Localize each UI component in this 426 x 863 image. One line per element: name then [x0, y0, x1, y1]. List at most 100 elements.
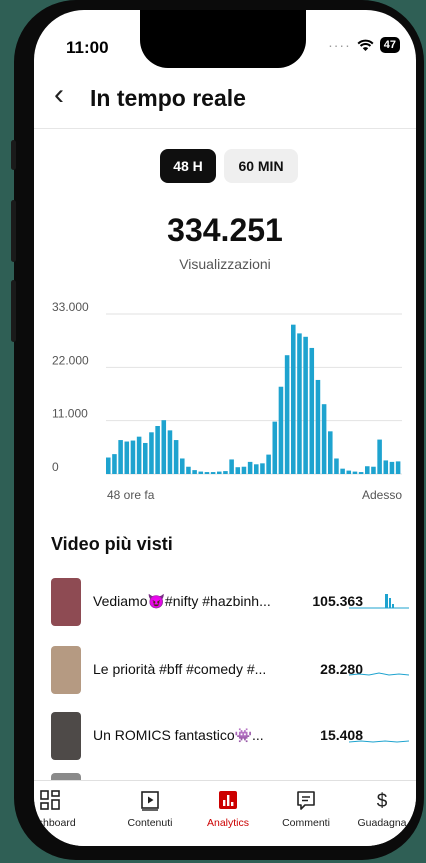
- chart-bar[interactable]: [297, 333, 302, 474]
- nav-dashboard[interactable]: Dashboard: [34, 789, 88, 829]
- video-row[interactable]: Le priorità #bff #comedy #... 28.280: [51, 646, 411, 694]
- nav-earn[interactable]: $ Guadagna: [344, 789, 416, 829]
- mute-switch: [11, 140, 16, 170]
- dollar-icon: $: [377, 791, 388, 811]
- chart-bar[interactable]: [235, 467, 241, 474]
- chart-bar[interactable]: [192, 470, 197, 474]
- chart-bar[interactable]: [284, 355, 290, 474]
- nav-label: Analytics: [206, 817, 249, 829]
- phone-screen: 11:00 ···· 47 ‹ In tempo reale 48 H 60 M…: [34, 10, 416, 846]
- chart-bar[interactable]: [210, 472, 216, 474]
- chart-bar[interactable]: [217, 471, 222, 474]
- chart-bar[interactable]: [389, 461, 395, 474]
- x-label-end: Adesso: [362, 488, 402, 502]
- tab-48h[interactable]: 48 H: [160, 149, 216, 183]
- battery-icon: 47: [379, 37, 400, 53]
- tab-60min[interactable]: 60 MIN: [224, 149, 298, 183]
- video-sparkline: [349, 740, 409, 743]
- nav-label: Contenuti: [127, 817, 173, 829]
- svg-text:$: $: [377, 791, 388, 811]
- chart-bar[interactable]: [124, 441, 130, 474]
- chart-bar[interactable]: [143, 442, 148, 474]
- video-row[interactable]: Vediamo😈#nifty #hazbinh... 105.363: [51, 578, 411, 626]
- chart-bar[interactable]: [334, 458, 339, 474]
- y-tick-label: 33.000: [52, 302, 89, 314]
- chart-bar[interactable]: [371, 466, 376, 474]
- chart-bar[interactable]: [383, 460, 389, 474]
- chart-bar[interactable]: [352, 471, 358, 474]
- chart-bar[interactable]: [247, 461, 253, 474]
- chart-bar[interactable]: [291, 324, 296, 474]
- video-thumbnail: [51, 646, 81, 694]
- volume-up-button: [11, 200, 16, 262]
- video-sparkline: [349, 594, 409, 609]
- chart-bar[interactable]: [346, 470, 352, 474]
- chart-bar[interactable]: [223, 471, 228, 474]
- chart-bar[interactable]: [321, 404, 327, 474]
- chart-bar[interactable]: [340, 468, 345, 474]
- comments-icon: [297, 791, 315, 810]
- video-thumbnail: [51, 712, 81, 760]
- nav-label: Dashboard: [34, 817, 76, 829]
- chart-bar[interactable]: [395, 461, 401, 474]
- chart-bar[interactable]: [167, 430, 173, 474]
- wifi-icon: [357, 39, 374, 51]
- chart-bar[interactable]: [309, 347, 315, 474]
- x-label-start: 48 ore fa: [107, 488, 155, 502]
- chart-bar[interactable]: [198, 471, 204, 474]
- chart-bar[interactable]: [204, 472, 210, 474]
- nav-comments[interactable]: Commenti: [268, 789, 344, 829]
- chart-bar[interactable]: [266, 454, 271, 474]
- top-app-bar: ‹ In tempo reale: [34, 72, 416, 129]
- chart-bar[interactable]: [272, 421, 278, 474]
- chart-bar[interactable]: [118, 440, 123, 474]
- section-title: Video più visti: [51, 534, 173, 554]
- status-time: 11:00: [66, 38, 109, 57]
- chart-bar[interactable]: [315, 379, 321, 474]
- chart-bar[interactable]: [260, 463, 265, 474]
- chart-bar[interactable]: [173, 440, 179, 474]
- chart-bar[interactable]: [241, 466, 247, 474]
- chart-bar[interactable]: [106, 457, 111, 474]
- video-row[interactable]: Un ROMICS fantastico👾... 15.408: [51, 712, 411, 760]
- content-icon: [141, 791, 159, 811]
- status-icons: ···· 47: [328, 37, 400, 53]
- chart-bar[interactable]: [278, 386, 284, 474]
- signal-dots-icon: ····: [328, 37, 351, 53]
- chart-bar[interactable]: [155, 426, 160, 474]
- nav-label: Commenti: [282, 817, 330, 829]
- chart-bar[interactable]: [136, 436, 142, 474]
- dynamic-island: [140, 10, 306, 68]
- analytics-icon: [219, 791, 237, 809]
- volume-down-button: [11, 280, 16, 342]
- nav-label: Guadagna: [357, 817, 407, 829]
- y-tick-label: 0: [52, 460, 59, 474]
- bottom-nav: Dashboard Contenuti Analytics: [34, 780, 416, 846]
- video-sparkline: [349, 672, 409, 676]
- chart-bar[interactable]: [229, 459, 234, 474]
- chart-bar[interactable]: [303, 336, 308, 474]
- video-title: Vediamo😈#nifty #hazbinh...: [93, 593, 271, 609]
- realtime-views-chart: 33.000 22.000 11.000 0 48 ore fa Adesso: [52, 302, 402, 502]
- chart-bar[interactable]: [358, 472, 364, 474]
- chart-bar[interactable]: [130, 440, 136, 474]
- chart-bar[interactable]: [365, 466, 370, 474]
- chart-bar[interactable]: [254, 464, 259, 474]
- y-tick-label: 22.000: [52, 353, 89, 367]
- page-title: In tempo reale: [90, 85, 246, 111]
- chart-bar[interactable]: [377, 439, 382, 474]
- dashboard-icon: [40, 790, 60, 810]
- chart-bar[interactable]: [180, 458, 185, 474]
- nav-content[interactable]: Contenuti: [112, 789, 188, 829]
- chart-bar[interactable]: [112, 454, 117, 474]
- video-thumbnail: [51, 578, 81, 626]
- back-arrow-icon[interactable]: ‹: [54, 80, 64, 110]
- chart-bar[interactable]: [161, 420, 167, 474]
- chart-bar[interactable]: [328, 431, 333, 474]
- total-views-label: Visualizzazioni: [179, 256, 271, 272]
- chart-bar[interactable]: [186, 466, 191, 474]
- video-title: Un ROMICS fantastico👾...: [93, 727, 264, 743]
- nav-analytics[interactable]: Analytics: [190, 789, 266, 829]
- chart-bar[interactable]: [149, 432, 154, 474]
- y-tick-label: 11.000: [52, 407, 88, 421]
